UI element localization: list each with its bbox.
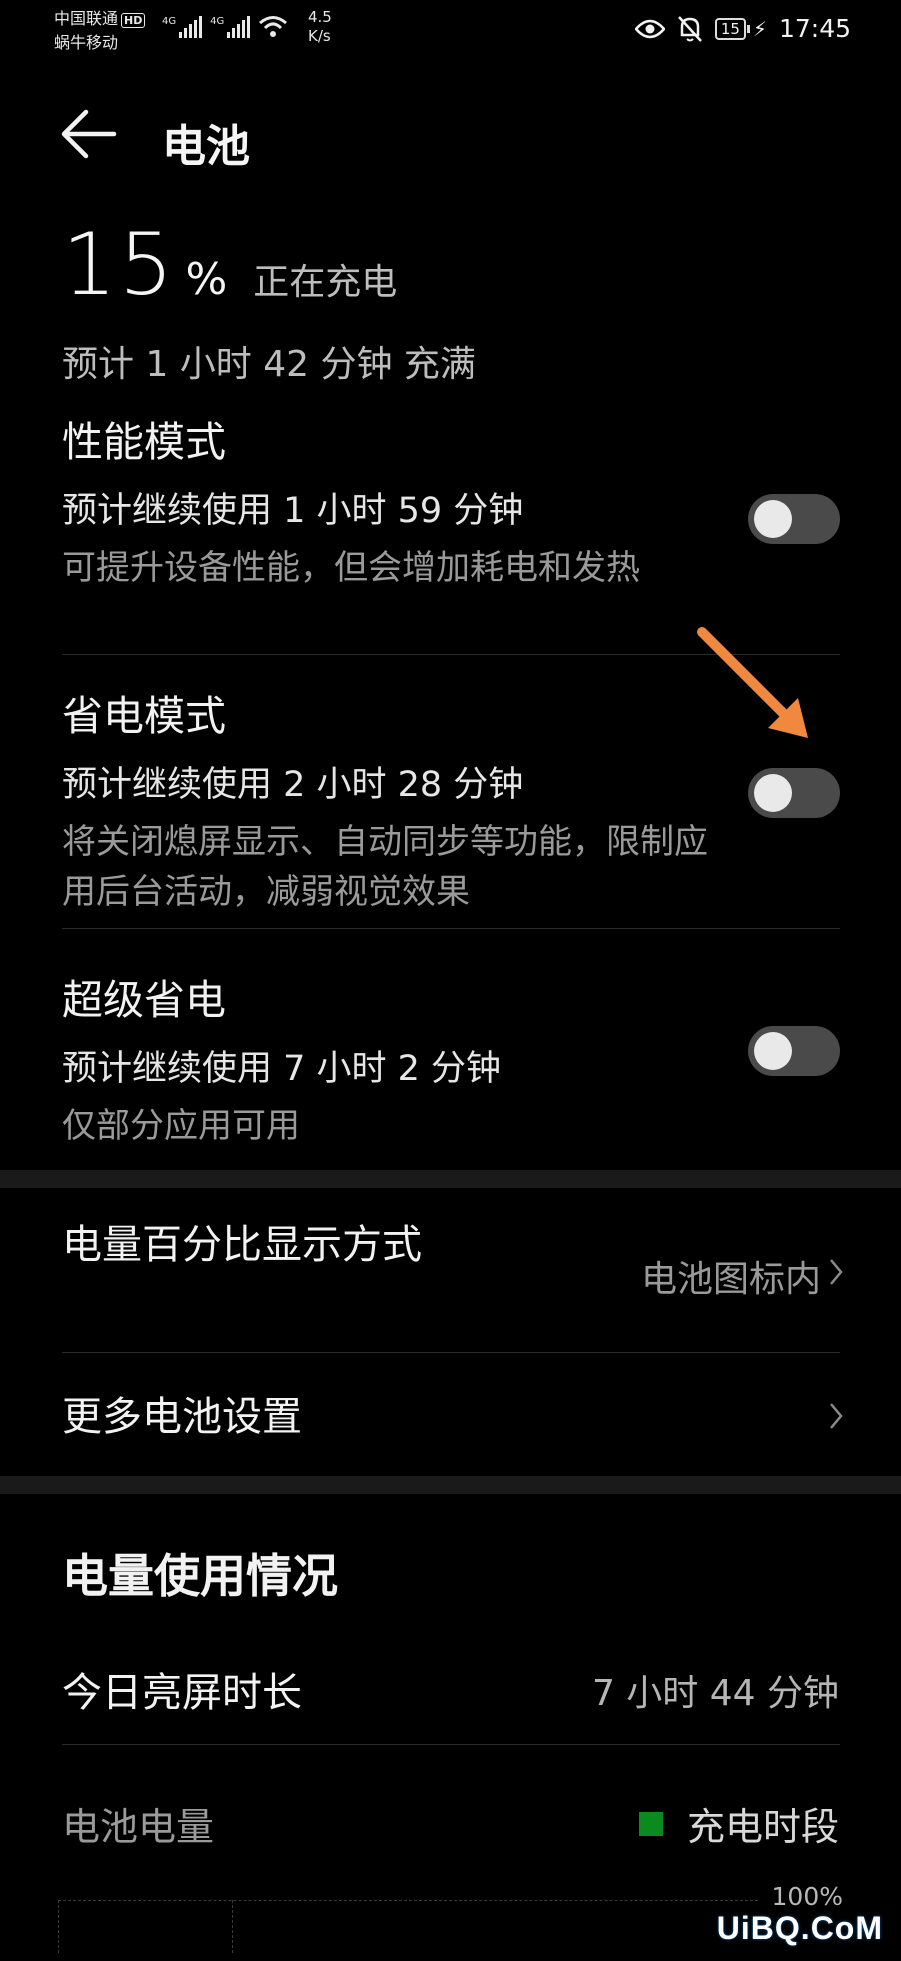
eye-icon	[634, 19, 665, 38]
battery-chart	[58, 1900, 758, 1961]
carrier-2: 蜗牛移动	[54, 33, 119, 52]
power-saving-mode-toggle[interactable]	[748, 768, 840, 818]
signal-icon-2: 4G	[210, 16, 251, 38]
battery-level-text: 15	[714, 17, 746, 40]
speed-unit: K/s	[308, 27, 331, 45]
back-arrow-icon[interactable]	[58, 104, 128, 164]
more-battery-settings-label: 更多电池设置	[62, 1394, 302, 1440]
mode-description: 将关闭熄屏显示、自动同步等功能，限制应用后台活动，减弱视觉效果	[62, 822, 708, 912]
bell-muted-icon	[677, 15, 702, 42]
performance-mode-row[interactable]: 性能模式 预计继续使用 1 小时 59 分钟 可提升设备性能，但会增加耗电和发热	[62, 408, 840, 638]
carrier-info: 中国联通 HD 蜗牛移动	[54, 8, 146, 54]
section-separator	[0, 1170, 901, 1188]
signal-icon-1: 4G	[162, 16, 203, 38]
ultra-power-saving-row[interactable]: 超级省电 预计继续使用 7 小时 2 分钟 仅部分应用可用	[62, 966, 840, 1146]
status-right: 15 ⚡ 17:45	[634, 14, 851, 43]
battery-percent: 15	[62, 215, 176, 315]
mode-description: 可提升设备性能，但会增加耗电和发热	[62, 548, 640, 588]
screen-time-value: 7 小时 44 分钟	[591, 1673, 839, 1714]
toggle-knob	[754, 500, 792, 538]
legend-swatch	[638, 1811, 663, 1836]
battery-percent-row: 15 % 正在充电	[62, 215, 397, 315]
annotation-arrow-icon	[697, 627, 808, 738]
divider	[62, 1352, 840, 1353]
toggle-knob	[754, 774, 792, 812]
mode-estimate: 预计继续使用 2 小时 28 分钟	[62, 765, 524, 805]
mode-estimate: 预计继续使用 7 小时 2 分钟	[62, 1049, 502, 1089]
speed-value: 4.5	[308, 8, 332, 26]
divider	[62, 1744, 840, 1745]
ultra-power-saving-toggle[interactable]	[748, 1026, 840, 1076]
charging-status: 正在充电	[253, 262, 398, 303]
app-bar: 电池	[0, 90, 901, 180]
percent-sign: %	[185, 254, 228, 305]
usage-section-title: 电量使用情况	[62, 1549, 338, 1603]
mode-description: 仅部分应用可用	[62, 1106, 300, 1146]
watermark: UiBQ.CoM	[716, 1910, 883, 1946]
carrier-1: 中国联通	[54, 9, 119, 28]
signal-indicators: 4G 4G	[162, 14, 288, 38]
hd-badge: HD	[121, 13, 146, 28]
divider	[62, 928, 840, 929]
chevron-right-icon	[830, 1403, 843, 1429]
battery-icon: 15 ⚡	[714, 16, 767, 41]
mode-title: 性能模式	[62, 418, 226, 466]
percent-display-label: 电量百分比显示方式	[62, 1222, 422, 1268]
toggle-knob	[754, 1032, 792, 1070]
wifi-icon	[259, 16, 288, 37]
network-type-2: 4G	[210, 16, 225, 27]
legend-charging-label: 充电时段	[686, 1805, 839, 1849]
battery-level-label: 电池电量	[62, 1805, 215, 1849]
mode-title: 超级省电	[62, 976, 226, 1024]
chart-gridline	[58, 1900, 59, 1953]
performance-mode-toggle[interactable]	[748, 494, 840, 544]
chevron-right-icon	[830, 1259, 843, 1285]
axis-max-label: 100%	[771, 1882, 843, 1911]
charging-bolt-icon: ⚡	[752, 16, 767, 41]
full-charge-estimate: 预计 1 小时 42 分钟 充满	[62, 344, 476, 385]
section-separator	[0, 1476, 901, 1494]
page-title: 电池	[162, 121, 250, 172]
clock: 17:45	[778, 14, 851, 43]
mode-estimate: 预计继续使用 1 小时 59 分钟	[62, 491, 524, 531]
percent-display-value: 电池图标内	[640, 1259, 821, 1300]
status-bar: 中国联通 HD 蜗牛移动 4G 4G 4.5 K/s 15 ⚡ 17:45	[0, 0, 901, 62]
chart-legend: 充电时段	[638, 1796, 839, 1851]
chart-gridline	[232, 1900, 233, 1953]
screen-time-label: 今日亮屏时长	[62, 1670, 302, 1716]
network-type-1: 4G	[162, 16, 177, 27]
network-speed: 4.5 K/s	[308, 8, 332, 46]
